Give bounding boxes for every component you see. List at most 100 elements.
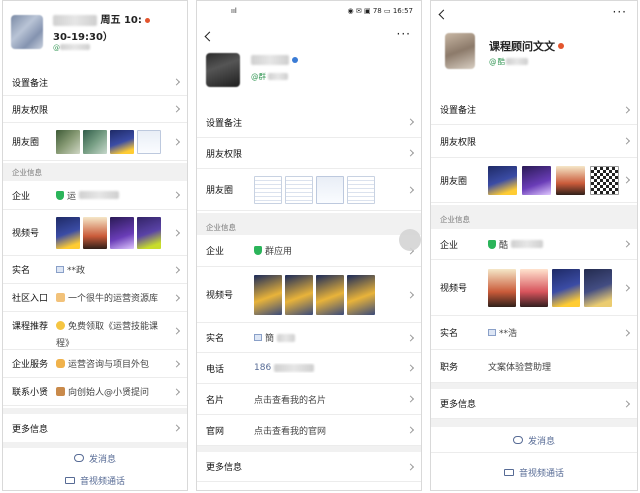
- channels-row[interactable]: 视频号: [3, 210, 187, 256]
- channel-thumbnail[interactable]: [520, 268, 548, 307]
- company-row[interactable]: 企业 酷: [431, 229, 637, 260]
- business-card-row[interactable]: 名片 点击查看我的名片: [197, 384, 421, 415]
- realname-row[interactable]: 实名 簡: [197, 323, 421, 353]
- chevron-right-icon: [406, 118, 415, 126]
- smile-icon: [56, 321, 65, 330]
- chat-bubble-icon: [512, 436, 523, 444]
- channel-thumbnail[interactable]: [347, 274, 375, 315]
- chevron-right-icon: [172, 326, 181, 335]
- realname-row[interactable]: 实名 **浩: [431, 316, 637, 350]
- set-remark-row[interactable]: 设置备注: [197, 107, 421, 138]
- chevron-right-icon: [172, 105, 181, 113]
- contact-text: 向创始人@小贤提问: [68, 388, 150, 398]
- moment-thumbnail[interactable]: [137, 129, 161, 154]
- friend-permissions-row[interactable]: 朋友权限: [431, 125, 637, 158]
- moments-row[interactable]: 朋友圈: [3, 123, 187, 161]
- chevron-right-icon: [172, 78, 181, 86]
- channel-thumbnail[interactable]: [285, 274, 313, 315]
- phone-row[interactable]: 电话 186: [197, 353, 421, 384]
- row-label: 朋友权限: [440, 137, 477, 148]
- moment-thumbnail[interactable]: [110, 129, 134, 154]
- moment-thumbnail[interactable]: [56, 129, 80, 154]
- profile-name: 课程顾问文文: [489, 38, 564, 54]
- chevron-right-icon: [622, 137, 631, 145]
- channel-thumbnail[interactable]: [83, 216, 107, 249]
- row-label: 实名: [206, 334, 225, 344]
- course-value: 免费领取《运营技能课 程》: [56, 319, 158, 349]
- business-card-value: 点击查看我的名片: [254, 395, 327, 406]
- company-row[interactable]: 企业 群应用: [197, 235, 421, 267]
- moment-thumbnail[interactable]: [83, 129, 107, 154]
- moments-row[interactable]: 朋友圈: [431, 158, 637, 203]
- company-value: 酷: [488, 238, 637, 251]
- chevron-right-icon: [622, 399, 631, 408]
- avatar[interactable]: [206, 53, 240, 87]
- floating-window-button[interactable]: [399, 229, 421, 251]
- friend-permissions-row[interactable]: 朋友权限: [197, 138, 421, 169]
- video-camera-icon: [64, 476, 75, 484]
- service-row[interactable]: 企业服务 运营咨询与项目外包: [3, 350, 187, 378]
- friend-permissions-row[interactable]: 朋友权限: [3, 96, 187, 123]
- contact-row[interactable]: 联系小贤 向创始人@小贤提问: [3, 378, 187, 406]
- course-row[interactable]: 课程推荐 免费领取《运营技能课 程》: [3, 312, 187, 350]
- moment-thumbnail[interactable]: [285, 175, 313, 204]
- video-call-label: 音视频通话: [79, 476, 125, 487]
- realname-value: **浩: [488, 326, 637, 339]
- channels-row[interactable]: 视频号: [431, 260, 637, 316]
- company-value: 运: [56, 189, 187, 202]
- divider: [431, 419, 637, 427]
- send-message-button[interactable]: 发消息: [431, 429, 637, 451]
- channel-thumbnail[interactable]: [488, 268, 516, 307]
- channel-thumbnail[interactable]: [254, 274, 282, 315]
- video-call-button[interactable]: 音视频通话: [431, 461, 637, 483]
- channel-thumbnail[interactable]: [137, 216, 161, 249]
- handshake-icon: [56, 359, 65, 368]
- more-info-row[interactable]: 更多信息: [197, 452, 421, 482]
- moment-thumbnail[interactable]: [254, 175, 282, 204]
- company-row[interactable]: 企业 运: [3, 181, 187, 210]
- community-row[interactable]: 社区入口 一个很牛的运营资源库: [3, 284, 187, 312]
- row-label: 课程推荐: [12, 322, 49, 332]
- section-header: 企业信息: [197, 213, 421, 235]
- moment-thumbnail[interactable]: [488, 165, 517, 195]
- job-title-row: 职务 文案体验营助理: [431, 350, 637, 383]
- avatar[interactable]: [11, 15, 43, 49]
- profile-name: [251, 55, 298, 65]
- more-options-icon[interactable]: ···: [613, 6, 627, 18]
- phone-number[interactable]: 186: [254, 363, 271, 373]
- channels-row[interactable]: 视频号: [197, 267, 421, 323]
- moment-thumbnail[interactable]: [347, 175, 375, 204]
- realname-row[interactable]: 实名 **政: [3, 256, 187, 284]
- send-message-button[interactable]: 发消息: [3, 448, 187, 468]
- set-remark-row[interactable]: 设置备注: [431, 95, 637, 125]
- section-header: 企业信息: [431, 205, 637, 229]
- more-info-row[interactable]: 更多信息: [3, 408, 187, 443]
- back-arrow-icon[interactable]: [204, 31, 215, 42]
- row-label: 企业: [12, 191, 31, 202]
- set-remark-row[interactable]: 设置备注: [3, 69, 187, 96]
- row-label: 视频号: [440, 284, 468, 294]
- battery-level: 78: [372, 7, 382, 15]
- channel-thumbnail[interactable]: [56, 216, 80, 249]
- divider: [431, 452, 637, 453]
- avatar[interactable]: [445, 33, 475, 69]
- channel-thumbnail[interactable]: [584, 268, 612, 307]
- more-info-row[interactable]: 更多信息: [431, 389, 637, 419]
- blurred-org: [506, 58, 528, 65]
- at-org: 酷: [497, 57, 506, 66]
- more-options-icon[interactable]: ···: [397, 28, 411, 40]
- channel-thumbnail[interactable]: [316, 274, 344, 315]
- blurred-company: [511, 240, 544, 248]
- moment-thumbnail[interactable]: [316, 175, 344, 204]
- moments-row[interactable]: 朋友圈: [197, 169, 421, 211]
- moment-thumbnail[interactable]: [590, 165, 619, 195]
- channel-thumbnail[interactable]: [110, 216, 134, 249]
- website-value: 点击查看我的官网: [254, 426, 327, 437]
- video-call-button[interactable]: 音视频通话: [3, 470, 187, 490]
- back-arrow-icon[interactable]: [438, 9, 449, 20]
- channel-thumbnail[interactable]: [552, 268, 580, 307]
- website-row[interactable]: 官网 点击查看我的官网: [197, 415, 421, 446]
- moment-thumbnail[interactable]: [522, 165, 551, 195]
- channels-thumbnails: [254, 274, 421, 315]
- moment-thumbnail[interactable]: [556, 165, 585, 195]
